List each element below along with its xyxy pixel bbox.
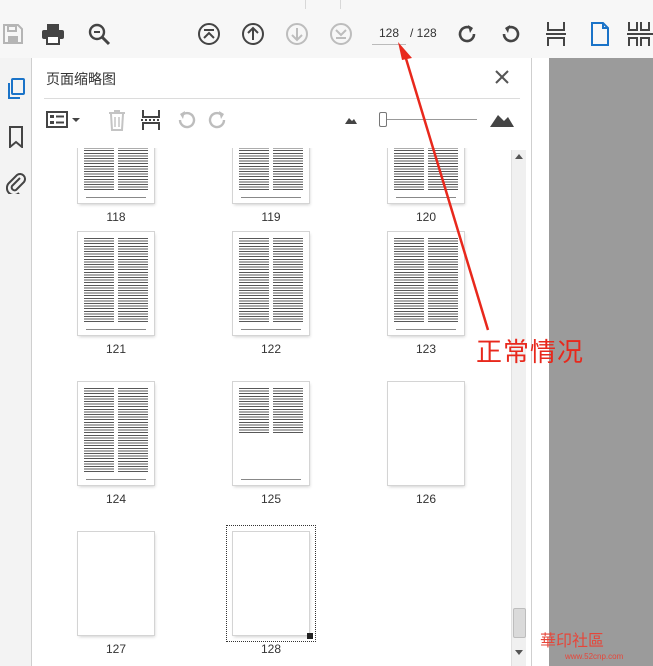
page-thumbnail[interactable] — [78, 148, 154, 203]
large-thumbnail-icon[interactable] — [488, 109, 516, 131]
page-thumbnail-label: 121 — [105, 342, 127, 356]
page-thumbnail-label: 118 — [106, 210, 126, 224]
page-text-preview — [84, 238, 148, 323]
page-text-preview — [84, 148, 148, 191]
bookmark-icon[interactable] — [0, 120, 31, 154]
main-toolbar: / 128 — [0, 0, 653, 59]
undo-icon[interactable] — [174, 109, 198, 131]
attachment-icon[interactable] — [0, 166, 31, 200]
page-thumbnail-label: 125 — [260, 492, 282, 506]
page-footer-preview — [241, 329, 301, 330]
page-text-preview — [239, 388, 303, 433]
page-thumbnail-label: 127 — [105, 642, 127, 656]
page-footer-preview — [396, 329, 456, 330]
page-thumbnail[interactable] — [388, 232, 464, 335]
small-thumbnail-icon[interactable] — [342, 109, 360, 131]
annotation-label: 正常情况 — [476, 338, 585, 368]
page-thumbnail[interactable] — [233, 148, 309, 203]
page-thumbnail[interactable] — [78, 382, 154, 485]
last-page-icon[interactable] — [328, 21, 354, 47]
panel-title: 页面缩略图 — [46, 71, 116, 87]
tab-strip — [0, 0, 653, 9]
page-thumbnail-label: 120 — [415, 210, 437, 224]
thumbnail-grid: 118 119 120 121 122 123 124 125 126 127 128 — [46, 148, 510, 666]
page-thumbnail-label: 122 — [260, 342, 282, 356]
rotate-clockwise-icon[interactable] — [454, 21, 480, 47]
redo-icon[interactable] — [206, 109, 230, 131]
page-text-preview — [394, 238, 458, 323]
page-text-preview — [239, 238, 303, 323]
tab-divider — [305, 0, 586, 9]
page-thumbnails-icon[interactable] — [0, 72, 31, 106]
page-thumbnail-label: 123 — [415, 342, 437, 356]
page-thumbnail[interactable] — [233, 232, 309, 335]
zoom-search-icon[interactable] — [86, 21, 112, 47]
scroll-down-icon[interactable] — [515, 650, 523, 656]
thumbnail-scrollbar[interactable] — [511, 150, 526, 666]
page-thumbnail[interactable] — [78, 532, 154, 635]
page-footer-preview — [396, 197, 456, 198]
options-icon[interactable] — [46, 109, 82, 131]
two-page-icon[interactable] — [627, 21, 653, 47]
watermark-url: www.52cnp.com — [565, 652, 624, 661]
page-thumbnail[interactable] — [233, 382, 309, 485]
page-footer-preview — [241, 197, 301, 198]
fit-page-icon[interactable] — [543, 21, 569, 47]
page-footer-preview — [241, 479, 301, 480]
previous-page-icon[interactable] — [240, 21, 266, 47]
rotate-counterclockwise-icon[interactable] — [498, 21, 524, 47]
thumbnail-size-slider-track[interactable] — [379, 119, 477, 120]
thumbnails-panel: 页面缩略图 118 119 120 121 122 123 124 125 126 127 128 — [32, 58, 532, 666]
panel-toolbar — [32, 102, 531, 138]
single-page-icon[interactable] — [587, 21, 613, 47]
delete-page-icon[interactable] — [106, 109, 128, 131]
save-icon[interactable] — [0, 21, 26, 47]
page-text-preview — [84, 388, 148, 473]
page-footer-preview — [86, 197, 146, 198]
page-footer-preview — [86, 329, 146, 330]
page-thumbnail[interactable] — [388, 148, 464, 203]
page-number-input[interactable] — [372, 22, 406, 45]
next-page-icon[interactable] — [284, 21, 310, 47]
print-icon[interactable] — [40, 21, 66, 47]
page-thumbnail[interactable] — [388, 382, 464, 485]
panel-divider — [44, 98, 520, 99]
page-footer-preview — [86, 479, 146, 480]
page-thumbnail-label: 119 — [261, 210, 281, 224]
page-thumbnail-label: 126 — [415, 492, 437, 506]
page-text-preview — [394, 148, 458, 191]
current-page-marker — [307, 633, 313, 639]
page-thumbnail-label: 128 — [260, 642, 282, 656]
page-thumbnail[interactable] — [78, 232, 154, 335]
scroll-up-icon[interactable] — [515, 153, 523, 159]
navigation-rail — [0, 58, 32, 666]
watermark-brand: 華印社區 — [540, 631, 605, 650]
insert-page-icon[interactable] — [140, 109, 162, 131]
page-total: / 128 — [410, 26, 437, 40]
page-thumbnail[interactable] — [226, 525, 316, 642]
scrollbar-thumb[interactable] — [513, 608, 526, 638]
page-text-preview — [239, 148, 303, 191]
first-page-icon[interactable] — [196, 21, 222, 47]
thumbnail-size-slider-handle[interactable] — [379, 112, 387, 127]
page-thumbnail-label: 124 — [105, 492, 127, 506]
close-icon[interactable] — [493, 68, 511, 86]
